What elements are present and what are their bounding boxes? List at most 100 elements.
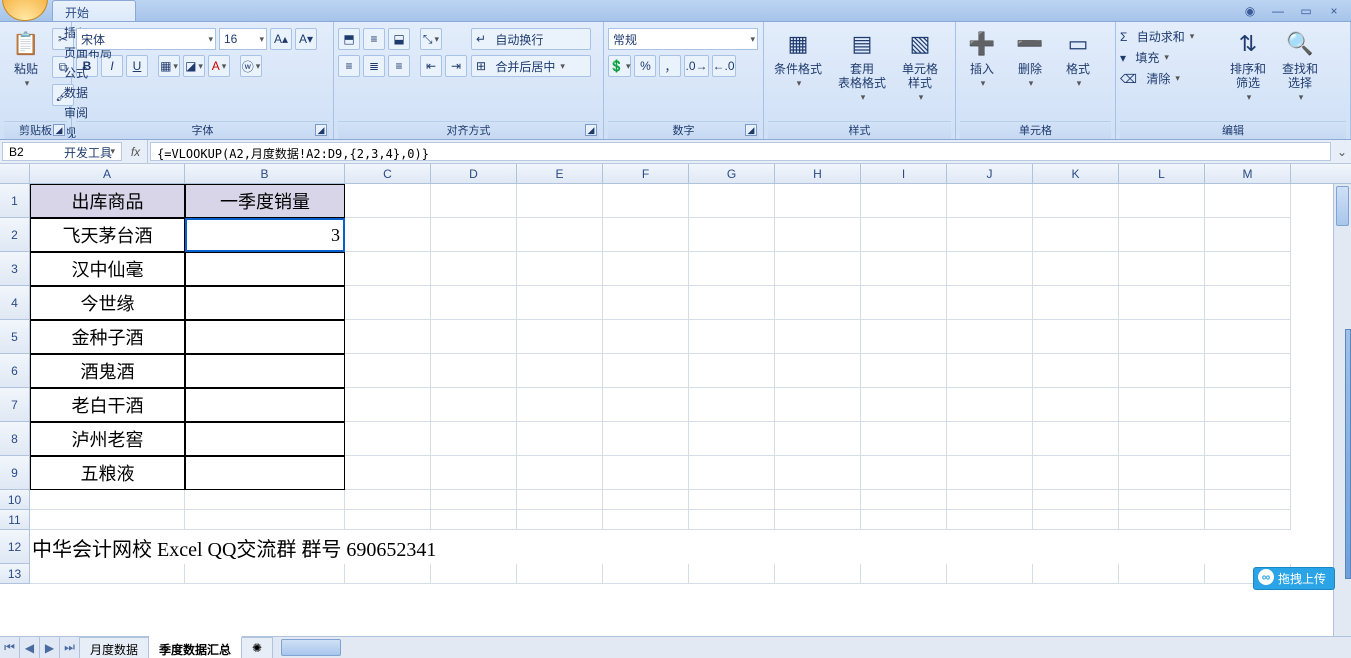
column-header[interactable]: I: [861, 164, 947, 183]
row-header[interactable]: 12: [0, 530, 30, 564]
font-name-combo[interactable]: 宋体▾: [76, 28, 216, 50]
cell[interactable]: [689, 510, 775, 530]
increase-decimal-button[interactable]: .0→: [684, 55, 708, 77]
cell[interactable]: [775, 286, 861, 320]
cell[interactable]: [1033, 388, 1119, 422]
column-header[interactable]: J: [947, 164, 1033, 183]
cell[interactable]: [1033, 218, 1119, 252]
cell[interactable]: [1119, 286, 1205, 320]
cell[interactable]: [947, 252, 1033, 286]
row-header[interactable]: 1: [0, 184, 30, 218]
cell[interactable]: [689, 490, 775, 510]
cell[interactable]: [603, 286, 689, 320]
cell[interactable]: [1205, 456, 1291, 490]
row-header[interactable]: 13: [0, 564, 30, 584]
cell[interactable]: [689, 218, 775, 252]
cell[interactable]: [517, 510, 603, 530]
formula-bar-expand[interactable]: ⌄: [1333, 140, 1351, 163]
select-all-corner[interactable]: [0, 164, 30, 183]
cell[interactable]: [775, 422, 861, 456]
cell[interactable]: [1119, 218, 1205, 252]
cell[interactable]: [1033, 422, 1119, 456]
sheet-nav-next[interactable]: ▶: [40, 637, 60, 658]
column-header[interactable]: L: [1119, 164, 1205, 183]
cell[interactable]: [30, 490, 185, 510]
help-icon[interactable]: ◉: [1239, 4, 1261, 18]
cell[interactable]: [947, 510, 1033, 530]
column-header[interactable]: F: [603, 164, 689, 183]
cell[interactable]: 老白干酒: [30, 388, 185, 422]
cell[interactable]: [185, 422, 345, 456]
column-header[interactable]: A: [30, 164, 185, 183]
percent-button[interactable]: %: [634, 55, 656, 77]
cell[interactable]: [947, 286, 1033, 320]
cell[interactable]: [689, 354, 775, 388]
cell[interactable]: [517, 252, 603, 286]
cell[interactable]: [775, 564, 861, 584]
cell[interactable]: [345, 456, 431, 490]
cell[interactable]: [431, 510, 517, 530]
cell[interactable]: [1205, 320, 1291, 354]
number-format-combo[interactable]: 常规▾: [608, 28, 758, 50]
cell[interactable]: [517, 490, 603, 510]
ribbon-tab-3[interactable]: 公式: [52, 61, 136, 81]
cell[interactable]: [431, 252, 517, 286]
cell[interactable]: [30, 564, 185, 584]
cell[interactable]: [947, 564, 1033, 584]
border-button[interactable]: ▦▾: [158, 55, 180, 77]
column-header[interactable]: C: [345, 164, 431, 183]
cell[interactable]: [947, 320, 1033, 354]
cell[interactable]: [517, 354, 603, 388]
sheet-tab[interactable]: 季度数据汇总: [149, 636, 242, 658]
cell[interactable]: [185, 564, 345, 584]
cell[interactable]: [431, 354, 517, 388]
row-header[interactable]: 8: [0, 422, 30, 456]
cell[interactable]: [345, 252, 431, 286]
shrink-font-button[interactable]: A▾: [295, 28, 317, 50]
cell[interactable]: [1033, 354, 1119, 388]
row-header[interactable]: 9: [0, 456, 30, 490]
number-dialog-launcher[interactable]: ◢: [745, 124, 757, 136]
cell[interactable]: [947, 456, 1033, 490]
fill-button[interactable]: ▾ 填充▾: [1120, 49, 1220, 66]
font-size-combo[interactable]: 16▾: [219, 28, 267, 50]
cell[interactable]: [345, 320, 431, 354]
cell[interactable]: [775, 184, 861, 218]
cell[interactable]: [431, 218, 517, 252]
phonetic-button[interactable]: ⓦ▾: [240, 55, 262, 77]
cell[interactable]: [603, 388, 689, 422]
column-header[interactable]: H: [775, 164, 861, 183]
insert-cells-button[interactable]: ➕ 插入▾: [960, 24, 1004, 93]
cell[interactable]: [775, 456, 861, 490]
column-header[interactable]: G: [689, 164, 775, 183]
ribbon-tab-0[interactable]: 开始: [52, 0, 136, 21]
cell[interactable]: [345, 218, 431, 252]
cell[interactable]: [689, 286, 775, 320]
ribbon-tab-5[interactable]: 审阅: [52, 101, 136, 121]
cell[interactable]: [1033, 564, 1119, 584]
cell[interactable]: [431, 388, 517, 422]
cell[interactable]: [861, 456, 947, 490]
ribbon-tab-4[interactable]: 数据: [52, 81, 136, 101]
side-panel-sliver[interactable]: [1345, 329, 1351, 579]
cell[interactable]: [1033, 320, 1119, 354]
cell[interactable]: [689, 422, 775, 456]
row-header[interactable]: 3: [0, 252, 30, 286]
cell[interactable]: [861, 510, 947, 530]
cell[interactable]: [517, 456, 603, 490]
column-header[interactable]: D: [431, 164, 517, 183]
decrease-indent-button[interactable]: ⇤: [420, 55, 442, 77]
cell[interactable]: [1205, 510, 1291, 530]
cell[interactable]: [1033, 510, 1119, 530]
cell[interactable]: [1119, 422, 1205, 456]
cell[interactable]: [1119, 564, 1205, 584]
cell[interactable]: [431, 490, 517, 510]
cell[interactable]: [345, 184, 431, 218]
cell[interactable]: [345, 564, 431, 584]
cell[interactable]: [1119, 184, 1205, 218]
cell[interactable]: [185, 320, 345, 354]
cell[interactable]: 五粮液: [30, 456, 185, 490]
cell[interactable]: [775, 320, 861, 354]
cell[interactable]: [861, 218, 947, 252]
cell[interactable]: [517, 564, 603, 584]
